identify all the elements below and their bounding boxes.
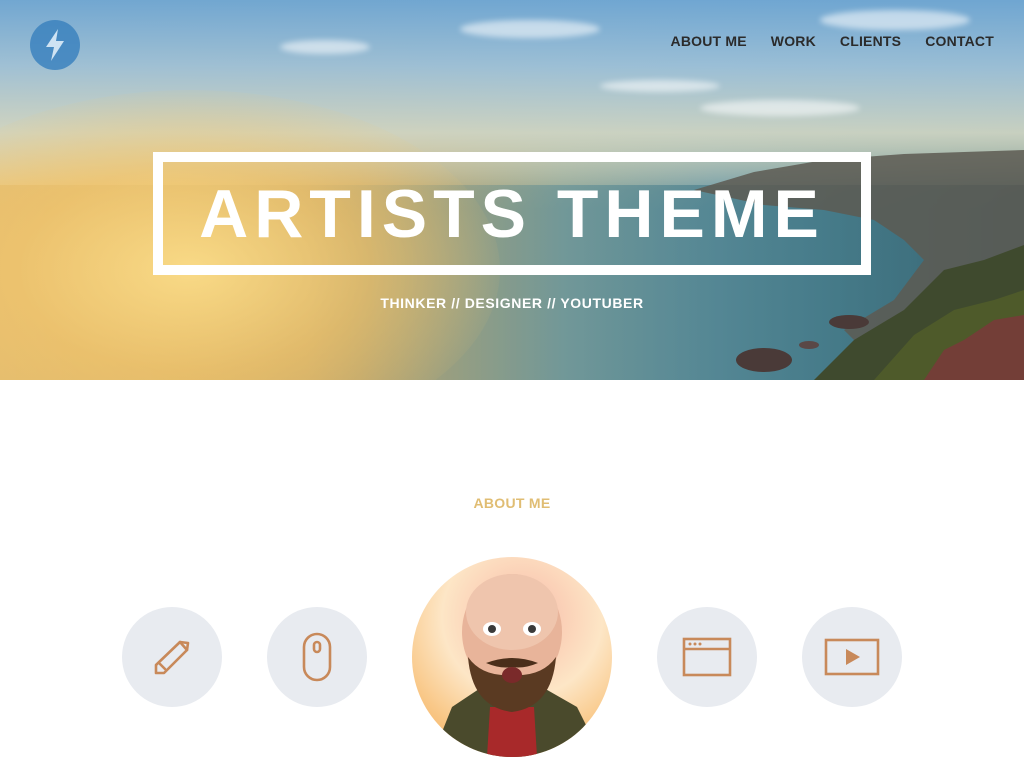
logo[interactable] — [30, 20, 80, 70]
browser-window-icon — [682, 637, 732, 677]
mouse-icon — [302, 632, 332, 682]
about-heading: ABOUT ME — [473, 495, 551, 511]
profile-photo — [432, 574, 602, 757]
hero-subtitle: THINKER // DESIGNER // YOUTUBER — [380, 295, 644, 311]
skill-circle-browser — [657, 607, 757, 707]
skill-circle-mouse — [267, 607, 367, 707]
skill-circle-video — [802, 607, 902, 707]
lightning-bolt-icon — [46, 29, 64, 61]
main-nav: ABOUT ME WORK CLIENTS CONTACT — [671, 33, 994, 49]
skill-circle-pencil — [122, 607, 222, 707]
hero-banner: ABOUT ME WORK CLIENTS CONTACT ARTISTS TH… — [0, 0, 1024, 380]
profile-avatar — [412, 557, 612, 757]
play-video-icon — [824, 638, 880, 676]
nav-work[interactable]: WORK — [771, 33, 816, 49]
nav-contact[interactable]: CONTACT — [925, 33, 994, 49]
pencil-icon — [154, 640, 190, 675]
nav-clients[interactable]: CLIENTS — [840, 33, 901, 49]
nav-about-me[interactable]: ABOUT ME — [671, 33, 747, 49]
hero-title: ARTISTS THEME — [199, 175, 825, 252]
